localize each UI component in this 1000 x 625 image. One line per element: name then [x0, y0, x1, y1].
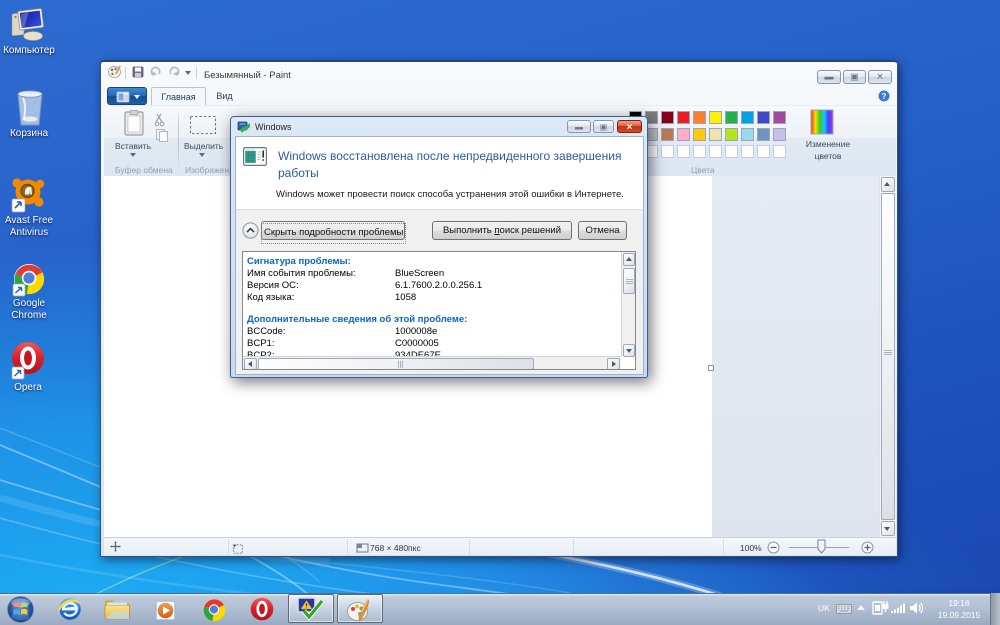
- svg-text:?: ?: [882, 92, 887, 101]
